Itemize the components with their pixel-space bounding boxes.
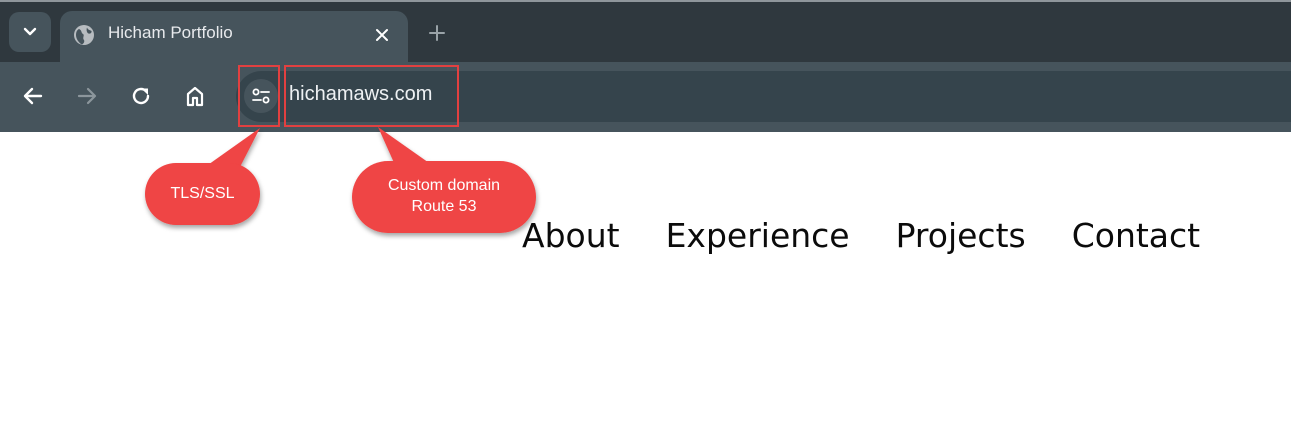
domain-callout-line1: Custom domain — [387, 177, 501, 194]
tls-callout-bubble — [145, 128, 260, 225]
nav-link-projects[interactable]: Projects — [896, 213, 1026, 259]
site-nav: About Experience Projects Contact — [522, 213, 1200, 259]
nav-link-experience[interactable]: Experience — [666, 213, 850, 259]
domain-callout-line2: Route 53 — [411, 198, 477, 215]
nav-link-contact[interactable]: Contact — [1072, 213, 1200, 259]
tls-callout-label: TLS/SSL — [170, 185, 235, 202]
nav-link-about[interactable]: About — [522, 213, 620, 259]
screenshot: Hicham Portfolio hichamaws.com TLS/SSL C… — [0, 0, 1291, 431]
